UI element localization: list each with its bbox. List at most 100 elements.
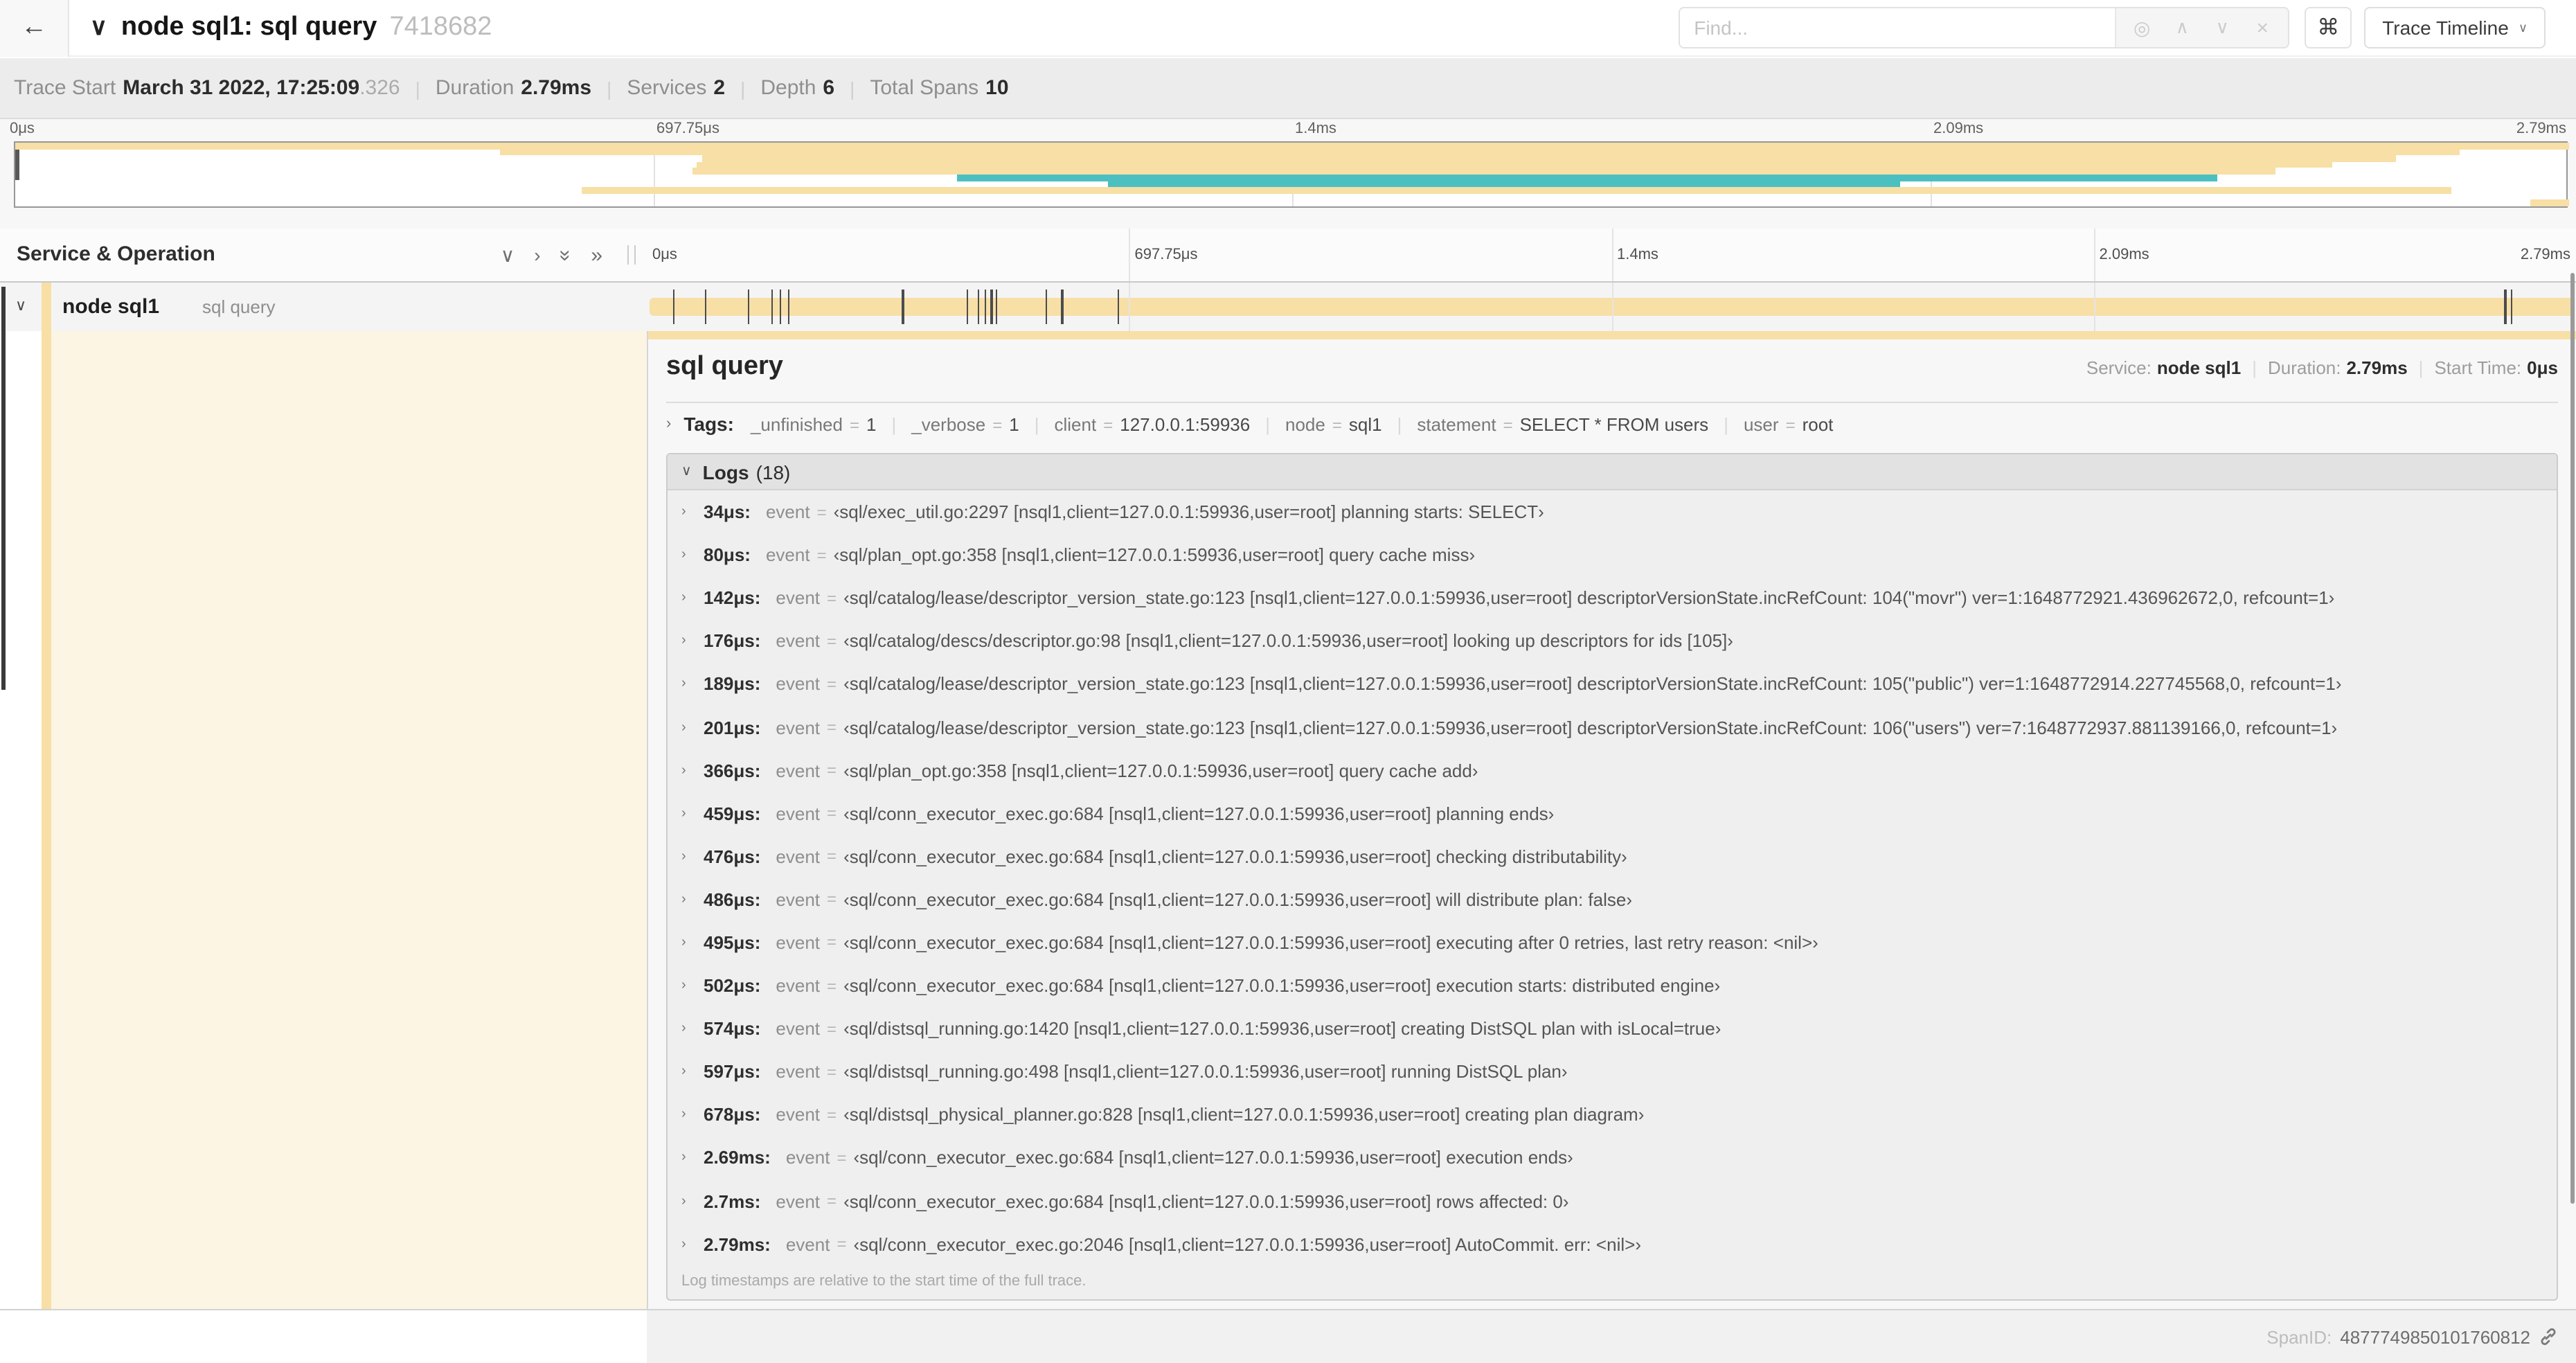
log-marker-tick[interactable] — [747, 289, 749, 324]
log-equals: = — [816, 545, 827, 565]
log-marker-tick[interactable] — [2511, 289, 2513, 324]
expand-log-icon[interactable]: › — [681, 1064, 698, 1080]
column-resizer-handle[interactable] — [627, 245, 636, 265]
log-marker-tick[interactable] — [1117, 289, 1119, 324]
prev-result-icon[interactable]: ∧ — [2162, 17, 2202, 39]
expand-log-icon[interactable]: › — [681, 1236, 698, 1251]
tag-item[interactable]: client = 127.0.0.1:59936 — [1055, 413, 1251, 434]
expand-log-icon[interactable]: › — [681, 677, 698, 692]
log-row[interactable]: › 176μs: event = ‹sql/catalog/descs/descript… — [668, 620, 2557, 663]
log-row[interactable]: › 201μs: event = ‹sql/catalog/lease/descript… — [668, 706, 2557, 749]
tag-item[interactable]: _verbose = 1 — [911, 413, 1019, 434]
log-marker-tick[interactable] — [1061, 289, 1063, 324]
log-marker-tick[interactable] — [771, 289, 773, 324]
keyboard-shortcuts-button[interactable]: ⌘ — [2305, 7, 2352, 48]
expand-log-icon[interactable]: › — [681, 935, 698, 950]
view-selector-button[interactable]: Trace Timeline ∨ — [2364, 7, 2546, 48]
expand-log-icon[interactable]: › — [681, 805, 698, 821]
log-row[interactable]: › 2.79ms: event = ‹sql/conn_executor_exec.go… — [668, 1222, 2557, 1265]
expand-one-icon[interactable]: › — [534, 244, 540, 266]
collapse-trace-icon[interactable]: ∨ — [90, 14, 107, 42]
expand-log-icon[interactable]: › — [681, 849, 698, 864]
log-marker-tick[interactable] — [1045, 289, 1048, 324]
tag-item[interactable]: statement = SELECT * FROM users — [1417, 413, 1708, 434]
logs-count: (18) — [755, 461, 791, 483]
trace-minimap[interactable] — [14, 141, 2569, 208]
expand-log-icon[interactable]: › — [681, 504, 698, 519]
log-marker-tick[interactable] — [2504, 289, 2506, 324]
info-value: 2 — [713, 76, 726, 100]
log-row[interactable]: › 678μs: event = ‹sql/distsql_physical_plann… — [668, 1094, 2557, 1137]
log-marker-tick[interactable] — [788, 289, 790, 324]
log-row[interactable]: › 366μs: event = ‹sql/plan_opt.go:358 [nsql1… — [668, 749, 2557, 792]
log-row[interactable]: › 459μs: event = ‹sql/conn_executor_exec.go:… — [668, 792, 2557, 835]
clear-search-icon[interactable]: × — [2242, 16, 2282, 39]
log-row[interactable]: › 80μs: event = ‹sql/plan_opt.go:358 [nsql1,… — [668, 533, 2557, 576]
log-row[interactable]: › 142μs: event = ‹sql/catalog/lease/descript… — [668, 576, 2557, 619]
log-row[interactable]: › 189μs: event = ‹sql/catalog/lease/descript… — [668, 663, 2557, 706]
row-list-scrollbar-thumb[interactable] — [1, 287, 5, 690]
service-operation-header: Service & Operation — [17, 242, 215, 266]
collapse-logs-icon[interactable]: ∨ — [681, 464, 692, 479]
locate-icon[interactable]: ◎ — [2122, 16, 2162, 39]
expand-log-icon[interactable]: › — [681, 590, 698, 605]
expand-log-icon[interactable]: › — [681, 1150, 698, 1166]
span-row[interactable]: ∨ node sql1 sql query — [0, 283, 2576, 331]
next-result-icon[interactable]: ∨ — [2202, 17, 2242, 39]
expand-log-icon[interactable]: › — [681, 763, 698, 778]
vertical-scrollbar-thumb[interactable] — [2570, 273, 2575, 1204]
log-field-name: event — [776, 1061, 821, 1083]
log-marker-tick[interactable] — [704, 289, 707, 324]
back-button[interactable]: ← — [0, 0, 69, 56]
log-marker-tick[interactable] — [672, 289, 675, 324]
tag-item[interactable]: user = root — [1744, 413, 1833, 434]
trace-title: node sql1: sql query — [120, 12, 377, 42]
expand-log-icon[interactable]: › — [681, 1193, 698, 1209]
expand-log-icon[interactable]: › — [681, 720, 698, 735]
log-row[interactable]: › 2.69ms: event = ‹sql/conn_executor_exec.go… — [668, 1137, 2557, 1179]
log-marker-tick[interactable] — [780, 289, 782, 324]
log-field-name: event — [765, 501, 810, 523]
expand-log-icon[interactable]: › — [681, 892, 698, 907]
expand-tags-icon[interactable]: › — [666, 416, 671, 432]
collapse-children-icon[interactable]: ∨ — [15, 283, 26, 331]
expand-log-icon[interactable]: › — [681, 1021, 698, 1036]
log-row[interactable]: › 502μs: event = ‹sql/conn_executor_exec.go:… — [668, 964, 2557, 1007]
row-collapse-controls: ∨ › » » — [501, 229, 602, 281]
log-marker-tick[interactable] — [990, 289, 993, 324]
expand-all-icon[interactable]: » — [591, 243, 602, 267]
log-timestamp: 176μs: — [704, 630, 761, 652]
expand-log-icon[interactable]: › — [681, 634, 698, 649]
log-marker-tick[interactable] — [966, 289, 968, 324]
log-row[interactable]: › 476μs: event = ‹sql/conn_executor_exec.go:… — [668, 835, 2557, 878]
minimap-zone: 0μs 697.75μs 1.4ms 2.09ms 2.79ms — [0, 119, 2576, 229]
log-field-name: event — [776, 889, 821, 910]
collapse-one-icon[interactable]: ∨ — [501, 243, 515, 267]
span-bar-area[interactable] — [647, 283, 2576, 331]
link-icon[interactable] — [2539, 1327, 2558, 1346]
log-equals: = — [827, 976, 837, 996]
tags-row[interactable]: › Tags: _unfinished = 1 | _verbose = 1 | client =… — [666, 403, 2558, 445]
log-marker-tick[interactable] — [995, 289, 998, 324]
log-marker-tick[interactable] — [902, 289, 904, 324]
expand-log-icon[interactable]: › — [681, 978, 698, 993]
log-marker-tick[interactable] — [977, 289, 980, 324]
log-row[interactable]: › 34μs: event = ‹sql/exec_util.go:2297 [nsql… — [668, 490, 2557, 533]
expand-log-icon[interactable]: › — [681, 1107, 698, 1123]
expand-log-icon[interactable]: › — [681, 547, 698, 562]
minimap-drag-handle[interactable] — [15, 144, 19, 180]
tag-item[interactable]: _unfinished = 1 — [751, 413, 877, 434]
log-row[interactable]: › 495μs: event = ‹sql/conn_executor_exec.go:… — [668, 921, 2557, 964]
log-row[interactable]: › 597μs: event = ‹sql/distsql_running.go:498… — [668, 1050, 2557, 1093]
span-row-label[interactable]: ∨ node sql1 sql query — [0, 283, 647, 331]
log-row[interactable]: › 2.7ms: event = ‹sql/conn_executor_exec.go:… — [668, 1179, 2557, 1222]
tag-separator: | — [1724, 413, 1728, 434]
logs-header[interactable]: ∨ Logs (18) — [668, 454, 2557, 490]
minimap-span — [500, 149, 2460, 156]
find-input[interactable] — [1680, 8, 2116, 47]
log-row[interactable]: › 486μs: event = ‹sql/conn_executor_exec.go:… — [668, 878, 2557, 921]
log-marker-tick[interactable] — [984, 289, 987, 324]
collapse-all-icon[interactable]: » — [554, 249, 578, 261]
tag-item[interactable]: node = sql1 — [1285, 413, 1382, 434]
log-row[interactable]: › 574μs: event = ‹sql/distsql_running.go:142… — [668, 1007, 2557, 1050]
